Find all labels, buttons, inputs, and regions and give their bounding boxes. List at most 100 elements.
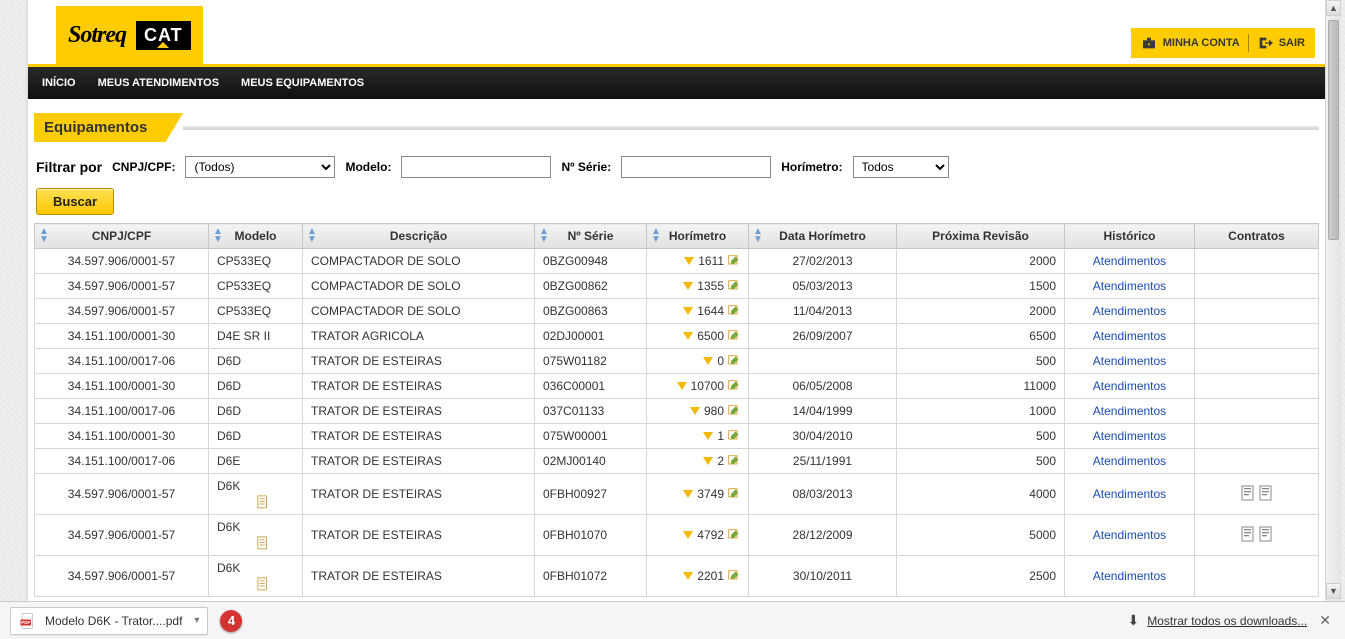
document-icon[interactable] (257, 495, 269, 509)
atendimentos-link[interactable]: Atendimentos (1093, 528, 1166, 542)
edit-icon[interactable] (728, 255, 740, 267)
document-icon[interactable] (257, 536, 269, 550)
cell-horimetro: 3749 (647, 474, 749, 515)
col-modelo[interactable]: ▲▼Modelo (209, 224, 303, 249)
flag-icon (703, 357, 713, 365)
atendimentos-link[interactable]: Atendimentos (1093, 329, 1166, 343)
table-row: 34.597.906/0001-57CP533EQCOMPACTADOR DE … (35, 274, 1319, 299)
edit-icon[interactable] (728, 355, 740, 367)
buscar-button[interactable]: Buscar (36, 188, 114, 215)
edit-icon[interactable] (728, 380, 740, 392)
cell-serie: 075W00001 (535, 424, 647, 449)
nav-equipamentos[interactable]: MEUS EQUIPAMENTOS (241, 77, 364, 89)
edit-icon[interactable] (728, 405, 740, 417)
my-account-label: MINHA CONTA (1163, 37, 1240, 49)
table-header-row: ▲▼CNPJ/CPF ▲▼Modelo ▲▼Descrição ▲▼Nº Sér… (35, 224, 1319, 249)
nav-home[interactable]: INÍCIO (42, 77, 76, 89)
show-all-downloads-link[interactable]: Mostrar todos os downloads... (1147, 614, 1307, 628)
atendimentos-link[interactable]: Atendimentos (1093, 304, 1166, 318)
edit-icon[interactable] (728, 455, 740, 467)
edit-icon[interactable] (728, 280, 740, 292)
cell-horimetro: 1611 (647, 249, 749, 274)
col-contratos[interactable]: Contratos (1195, 224, 1319, 249)
logo-cat: CAT (136, 21, 191, 50)
download-chip[interactable]: PDF Modelo D6K - Trator....pdf ▾ (10, 607, 208, 635)
cnpj-select[interactable]: (Todos) (185, 156, 335, 178)
horimetro-select[interactable]: Todos (853, 156, 949, 178)
col-horimetro[interactable]: ▲▼Horímetro (647, 224, 749, 249)
cell-modelo: D6K (209, 474, 303, 515)
cell-contratos (1195, 474, 1319, 515)
vertical-scrollbar[interactable]: ▲ ▼ (1325, 0, 1341, 599)
cell-descricao: COMPACTADOR DE SOLO (303, 299, 535, 324)
modelo-input[interactable] (401, 156, 551, 178)
briefcase-icon (1141, 35, 1157, 51)
logout-button[interactable]: SAIR (1257, 35, 1305, 51)
atendimentos-link[interactable]: Atendimentos (1093, 379, 1166, 393)
download-arrow-icon: ⬇ (1127, 612, 1139, 629)
scroll-thumb[interactable] (1328, 20, 1339, 240)
document-icon[interactable] (257, 577, 269, 591)
exit-icon (1257, 35, 1273, 51)
cell-cnpj: 34.597.906/0001-57 (35, 556, 209, 597)
atendimentos-link[interactable]: Atendimentos (1093, 569, 1166, 583)
close-icon[interactable]: ✕ (1315, 612, 1335, 629)
scroll-up-icon[interactable]: ▲ (1326, 0, 1341, 16)
nav-atendimentos[interactable]: MEUS ATENDIMENTOS (98, 77, 219, 89)
atendimentos-link[interactable]: Atendimentos (1093, 404, 1166, 418)
cell-modelo: CP533EQ (209, 299, 303, 324)
chevron-down-icon[interactable]: ▾ (190, 615, 199, 626)
cell-historico: Atendimentos (1065, 399, 1195, 424)
cell-cnpj: 34.597.906/0001-57 (35, 474, 209, 515)
cell-datahor: 05/03/2013 (749, 274, 897, 299)
col-cnpj[interactable]: ▲▼CNPJ/CPF (35, 224, 209, 249)
cell-serie: 0FBH01072 (535, 556, 647, 597)
account-bar: MINHA CONTA SAIR (1131, 28, 1315, 58)
filter-bar: Filtrar por CNPJ/CPF: (Todos) Modelo: Nº… (34, 150, 1319, 188)
col-datahor[interactable]: ▲▼Data Horímetro (749, 224, 897, 249)
flag-icon (703, 432, 713, 440)
edit-icon[interactable] (728, 488, 740, 500)
table-row: 34.597.906/0001-57D6KTRATOR DE ESTEIRAS0… (35, 515, 1319, 556)
edit-icon[interactable] (728, 305, 740, 317)
contract-icon[interactable] (1259, 526, 1273, 542)
contract-icon[interactable] (1241, 526, 1255, 542)
cell-datahor: 11/04/2013 (749, 299, 897, 324)
cell-datahor: 25/11/1991 (749, 449, 897, 474)
col-proxrev[interactable]: Próxima Revisão (897, 224, 1065, 249)
col-historico[interactable]: Histórico (1065, 224, 1195, 249)
cell-serie: 02MJ00140 (535, 449, 647, 474)
contract-icon[interactable] (1259, 485, 1273, 501)
edit-icon[interactable] (728, 330, 740, 342)
cell-contratos (1195, 399, 1319, 424)
atendimentos-link[interactable]: Atendimentos (1093, 354, 1166, 368)
cell-cnpj: 34.151.100/0001-30 (35, 324, 209, 349)
edit-icon[interactable] (728, 529, 740, 541)
col-descricao[interactable]: ▲▼Descrição (303, 224, 535, 249)
scroll-down-icon[interactable]: ▼ (1326, 583, 1341, 599)
cell-cnpj: 34.597.906/0001-57 (35, 515, 209, 556)
sort-icon: ▲▼ (307, 228, 317, 244)
atendimentos-link[interactable]: Atendimentos (1093, 454, 1166, 468)
atendimentos-link[interactable]: Atendimentos (1093, 429, 1166, 443)
cell-proxrev: 4000 (897, 474, 1065, 515)
serie-input[interactable] (621, 156, 771, 178)
cell-serie: 036C00001 (535, 374, 647, 399)
cell-proxrev: 500 (897, 424, 1065, 449)
cell-contratos (1195, 449, 1319, 474)
cell-modelo: D6K (209, 556, 303, 597)
atendimentos-link[interactable]: Atendimentos (1093, 279, 1166, 293)
atendimentos-link[interactable]: Atendimentos (1093, 254, 1166, 268)
my-account-button[interactable]: MINHA CONTA (1141, 35, 1240, 51)
cell-proxrev: 1000 (897, 399, 1065, 424)
cell-historico: Atendimentos (1065, 424, 1195, 449)
edit-icon[interactable] (728, 430, 740, 442)
col-serie[interactable]: ▲▼Nº Série (535, 224, 647, 249)
cell-datahor: 06/05/2008 (749, 374, 897, 399)
cell-historico: Atendimentos (1065, 515, 1195, 556)
atendimentos-link[interactable]: Atendimentos (1093, 487, 1166, 501)
cell-datahor: 26/09/2007 (749, 324, 897, 349)
contract-icon[interactable] (1241, 485, 1255, 501)
edit-icon[interactable] (728, 570, 740, 582)
flag-icon (683, 307, 693, 315)
